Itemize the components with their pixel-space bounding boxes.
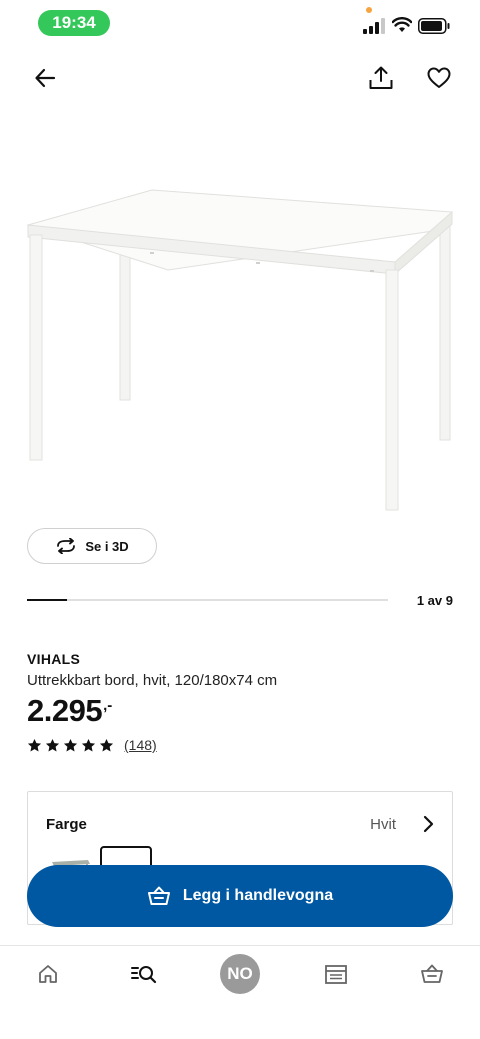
star-icon [99,738,114,751]
cellular-signal-icon [363,18,385,34]
product-rating[interactable]: (148) [27,737,157,753]
heart-icon [427,67,451,88]
price-suffix: ,- [103,697,113,714]
search-icon [131,966,157,984]
review-count-link[interactable]: (148) [124,737,157,753]
shopping-basket-icon [421,964,443,983]
color-label: Farge [46,816,87,833]
product-description: Uttrekkbart bord, hvit, 120/180x74 cm [27,672,278,689]
nav-profile[interactable]: NO [216,954,264,994]
star-icon [45,738,60,751]
star-icon [81,738,96,751]
nav-store[interactable] [312,956,360,992]
wifi-icon [392,17,412,32]
product-price: 2.295 ,- [27,693,112,729]
avatar: NO [220,954,260,994]
battery-icon [418,18,450,34]
price-value: 2.295 [27,693,103,728]
add-to-cart-label: Legg i handlevogna [182,887,334,904]
favourite-button[interactable] [421,60,457,96]
home-icon [39,965,57,983]
nav-home[interactable] [24,956,72,992]
add-to-cart-button[interactable]: Legg i handlevogna [27,865,453,927]
chevron-right-icon[interactable] [418,814,438,834]
shopping-basket-icon [147,886,170,905]
product-image[interactable] [20,180,460,520]
view-3d-label: Se i 3D [85,538,129,554]
bottom-nav: NO [0,945,480,1039]
store-icon [325,965,347,984]
rating-stars [27,738,114,753]
color-value: Hvit [370,816,396,833]
nav-search[interactable] [120,956,168,992]
nav-cart[interactable] [408,956,456,992]
view-3d-button[interactable]: Se i 3D [27,528,157,564]
image-carousel-progress[interactable] [27,599,388,601]
carousel-progress-indicator [27,599,68,601]
share-button[interactable] [363,60,399,96]
status-time: 19:34 [38,10,110,36]
carousel-counter: 1 av 9 [416,593,453,608]
privacy-indicator-dot [366,7,372,13]
back-button[interactable] [27,60,63,96]
top-nav [0,60,480,96]
star-icon [63,738,78,751]
arrow-left-icon [35,68,56,88]
product-name: VIHALS [27,651,81,667]
star-icon [27,738,42,751]
share-icon [369,66,393,89]
status-bar: 19:34 [0,0,480,46]
rotate-3d-icon [57,538,76,554]
